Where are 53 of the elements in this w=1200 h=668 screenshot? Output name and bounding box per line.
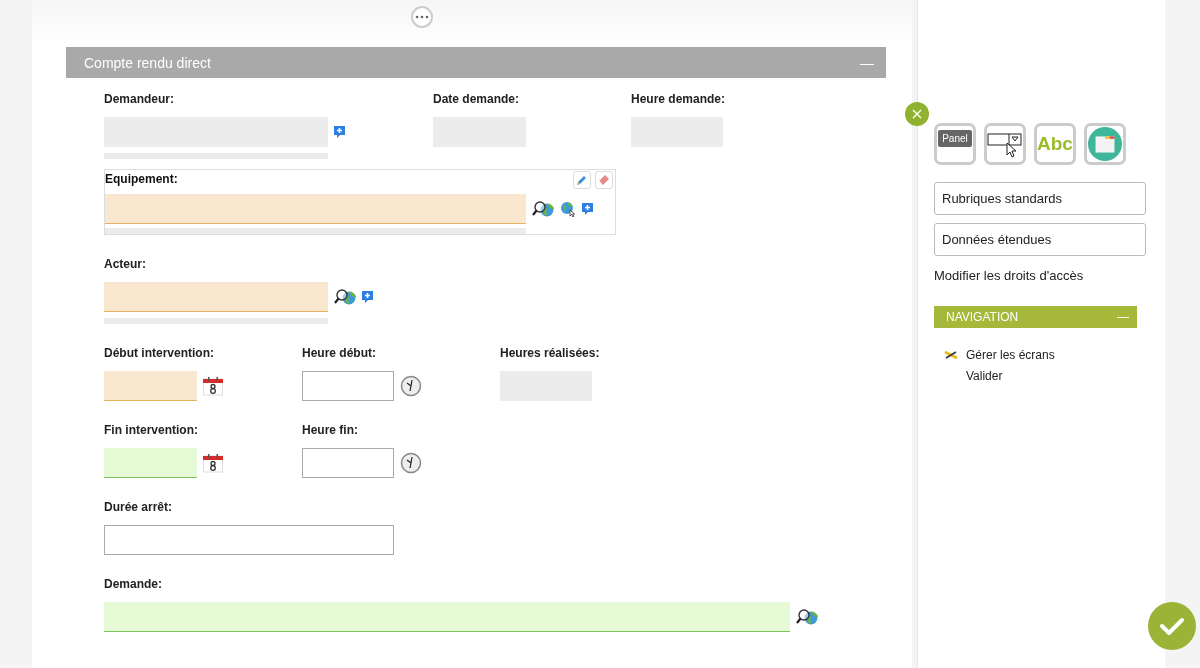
field-label: Heures réalisées:: [500, 346, 601, 361]
globe-cursor-icon[interactable]: [560, 201, 576, 217]
eraser-button[interactable]: [595, 171, 613, 189]
field-label: Equipement:: [105, 171, 178, 188]
sidebar-button[interactable]: Rubriques standards: [934, 182, 1146, 215]
checkmark-icon: [1159, 616, 1185, 636]
dropdown-tool-button[interactable]: [984, 123, 1026, 165]
add-note-icon[interactable]: [334, 126, 345, 138]
magnifier-globe-icon[interactable]: [796, 608, 818, 626]
input-field[interactable]: [104, 282, 328, 312]
field-label: Heure demande:: [631, 92, 727, 107]
navigation-link[interactable]: Valider: [966, 368, 1003, 383]
eraser-icon: [598, 174, 610, 186]
field-label: Heure fin:: [302, 423, 359, 438]
access-rights-link[interactable]: Modifier les droits d'accès: [934, 268, 1145, 283]
navigation-title: NAVIGATION: [946, 310, 1019, 324]
field-label: Fin intervention:: [104, 423, 199, 438]
field-label: Demande:: [104, 577, 163, 592]
navigation-link[interactable]: Gérer les écrans: [966, 347, 1055, 362]
magnifier-globe-icon[interactable]: [532, 200, 554, 218]
field-label: Durée arrêt:: [104, 500, 174, 515]
confirm-button[interactable]: [1148, 602, 1196, 650]
panel-title: Compte rendu direct: [84, 54, 211, 71]
add-note-icon[interactable]: [362, 291, 373, 303]
field-label: Début intervention:: [104, 346, 215, 361]
pencil-ruler-icon: [944, 349, 958, 360]
pencil-icon: [576, 174, 588, 186]
edit-button[interactable]: [573, 171, 591, 189]
input-field[interactable]: [105, 194, 526, 224]
calendar-icon[interactable]: [203, 453, 223, 473]
input-field[interactable]: [104, 371, 197, 401]
magnifier-globe-icon[interactable]: [334, 288, 356, 306]
panel-tool-button[interactable]: Panel: [934, 123, 976, 165]
input-field[interactable]: [104, 602, 790, 632]
close-icon: [912, 109, 922, 119]
clock-icon[interactable]: [400, 375, 422, 397]
input-field[interactable]: [302, 371, 394, 401]
window-tool-button[interactable]: [1084, 123, 1126, 165]
field-group[interactable]: Equipement:: [104, 169, 616, 235]
more-button[interactable]: [411, 6, 433, 28]
field-label: Heure début:: [302, 346, 377, 361]
sidebar-button[interactable]: Données étendues: [934, 223, 1146, 256]
close-button[interactable]: [905, 102, 929, 126]
field-label: Demandeur:: [104, 92, 175, 107]
ellipsis-icon: [415, 15, 429, 19]
input-field[interactable]: [302, 448, 394, 478]
input-field[interactable]: [104, 448, 197, 478]
field-label: Acteur:: [104, 257, 147, 272]
clock-icon[interactable]: [400, 452, 422, 474]
field-label: Date demande:: [433, 92, 521, 107]
add-note-icon[interactable]: [582, 203, 593, 215]
calendar-icon[interactable]: [203, 376, 223, 396]
input-field[interactable]: [104, 525, 394, 555]
